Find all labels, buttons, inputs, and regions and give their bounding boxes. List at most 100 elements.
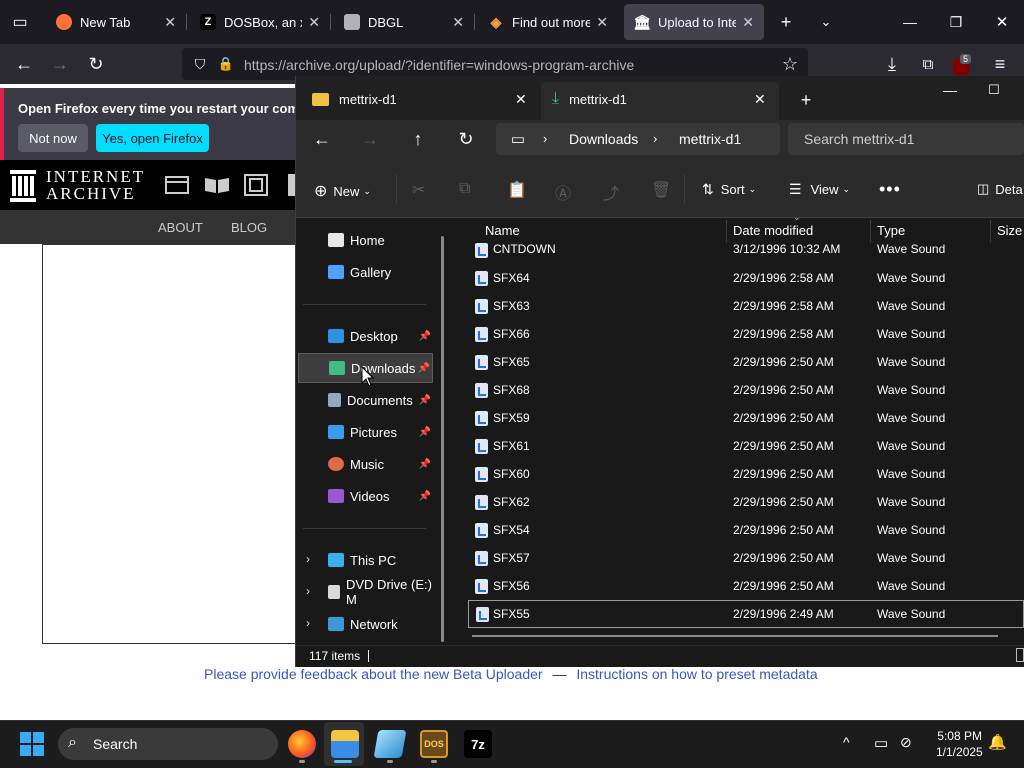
- file-row[interactable]: SFX59 2/29/1996 2:50 AM Wave Sound: [466, 404, 1024, 432]
- file-row[interactable]: SFX64 2/29/1996 2:58 AM Wave Sound: [466, 264, 1024, 292]
- windows-start-icon[interactable]: [20, 732, 44, 756]
- file-row[interactable]: SFX65 2/29/1996 2:50 AM Wave Sound: [466, 348, 1024, 376]
- explorer-up-arrow-icon[interactable]: ↑: [404, 125, 432, 153]
- shield-icon[interactable]: ⛉: [186, 50, 214, 78]
- explorer-minimize-icon[interactable]: —: [936, 76, 964, 104]
- back-arrow-icon[interactable]: ←: [10, 50, 38, 78]
- new-tab-plus-icon[interactable]: +: [772, 8, 800, 36]
- instructions-link[interactable]: Instructions on how to preset metadata: [576, 666, 817, 682]
- details-pane-button[interactable]: ◫ Deta: [977, 181, 1023, 197]
- extensions-icon[interactable]: ⧉: [914, 50, 942, 78]
- nav-network[interactable]: Network: [298, 609, 433, 639]
- nav-gallery[interactable]: Gallery: [298, 257, 433, 287]
- about-link[interactable]: ABOUT: [158, 220, 203, 235]
- dosbox-taskbar-icon[interactable]: DOS: [420, 730, 448, 758]
- not-now-button[interactable]: Not now: [18, 124, 88, 152]
- minimize-icon[interactable]: —: [896, 8, 924, 36]
- paste-icon[interactable]: 📋: [507, 180, 527, 200]
- list-all-tabs-chevron-icon[interactable]: ⌄: [812, 8, 840, 36]
- file-row[interactable]: SFX57 2/29/1996 2:50 AM Wave Sound: [466, 544, 1024, 572]
- network-offline-icon[interactable]: ⊘: [900, 734, 912, 751]
- explorer-refresh-icon[interactable]: ↻: [452, 125, 480, 153]
- new-button[interactable]: ⊕ New ⌄: [314, 181, 371, 201]
- nav-this-pc[interactable]: This PC: [298, 545, 433, 575]
- pin-icon[interactable]: 📌: [419, 427, 431, 438]
- restore-icon[interactable]: ❐: [942, 8, 970, 36]
- file-row[interactable]: SFX66 2/29/1996 2:58 AM Wave Sound: [466, 320, 1024, 348]
- nav-desktop[interactable]: Desktop 📌: [298, 321, 433, 351]
- explorer-back-arrow-icon[interactable]: ←: [308, 125, 336, 153]
- delete-icon[interactable]: 🗑: [651, 180, 671, 200]
- tab-upload-to-internet-archive[interactable]: 🏛 Upload to Intern ✕: [624, 4, 764, 40]
- taskbar-search-box[interactable]: [58, 728, 278, 760]
- close-tab-icon[interactable]: ✕: [596, 14, 608, 31]
- details-view-icon[interactable]: [1016, 648, 1024, 662]
- close-tab-icon[interactable]: ✕: [515, 91, 527, 108]
- close-tab-icon[interactable]: ✕: [754, 91, 766, 108]
- close-window-icon[interactable]: ✕: [988, 8, 1016, 36]
- monitor-icon[interactable]: ▭: [504, 125, 532, 153]
- file-row[interactable]: SFX54 2/29/1996 2:50 AM Wave Sound: [466, 516, 1024, 544]
- nav-dvd-drive[interactable]: DVD Drive (E:) M: [298, 577, 433, 607]
- file-row-focused[interactable]: SFX55 2/29/1996 2:49 AM Wave Sound: [468, 600, 1024, 628]
- file-row[interactable]: SFX60 2/29/1996 2:50 AM Wave Sound: [466, 460, 1024, 488]
- nav-scrollbar[interactable]: [441, 236, 444, 642]
- close-tab-icon[interactable]: ✕: [308, 14, 320, 31]
- explorer-tab-2[interactable]: ⤓ mettrix-d1 ✕: [552, 82, 774, 116]
- breadcrumb-mettrix[interactable]: mettrix-d1: [679, 131, 741, 147]
- file-row[interactable]: CNTDOWN 3/12/1996 10:32 AM Wave Sound: [466, 236, 1024, 264]
- firefox-view-icon[interactable]: ▭: [6, 8, 34, 36]
- explorer-tab-1[interactable]: mettrix-d1 ✕: [312, 82, 532, 116]
- close-tab-icon[interactable]: ✕: [164, 14, 176, 31]
- show-hidden-icons-chevron[interactable]: ^: [843, 734, 850, 750]
- upload-drop-area[interactable]: [42, 244, 302, 644]
- downloads-icon[interactable]: ⤓: [878, 50, 906, 78]
- firefox-taskbar-icon[interactable]: [288, 730, 316, 758]
- horizontal-scrollbar[interactable]: [472, 635, 998, 637]
- ublock-icon[interactable]: 5: [950, 54, 972, 76]
- rename-icon[interactable]: Ⓐ: [555, 180, 571, 204]
- taskbar-clock[interactable]: 5:08 PM 1/1/2025: [936, 728, 983, 760]
- nav-home[interactable]: Home: [298, 225, 433, 255]
- texts-icon[interactable]: [204, 176, 230, 194]
- share-icon[interactable]: ⤴: [603, 180, 619, 204]
- see-more-ellipsis-icon[interactable]: •••: [879, 179, 901, 200]
- notification-bell-icon[interactable]: 🔔: [988, 733, 1007, 751]
- file-row[interactable]: SFX68 2/29/1996 2:50 AM Wave Sound: [466, 376, 1024, 404]
- close-tab-icon[interactable]: ✕: [742, 14, 754, 31]
- web-icon[interactable]: [165, 176, 189, 194]
- file-row[interactable]: SFX63 2/29/1996 2:58 AM Wave Sound: [466, 292, 1024, 320]
- pin-icon[interactable]: 📌: [419, 395, 431, 406]
- feedback-link[interactable]: Please provide feedback about the new Be…: [204, 666, 543, 682]
- video-icon[interactable]: [244, 174, 268, 196]
- pin-icon[interactable]: 📌: [419, 331, 431, 342]
- archive-logo-icon[interactable]: [10, 170, 36, 202]
- nav-videos[interactable]: Videos 📌: [298, 481, 433, 511]
- tab-find-out-more[interactable]: ◈ Find out more a ✕: [478, 4, 618, 40]
- tab-dosbox[interactable]: Z DOSBox, an x86 ✕: [190, 4, 330, 40]
- file-row[interactable]: SFX56 2/29/1996 2:50 AM Wave Sound: [466, 572, 1024, 600]
- blog-link[interactable]: BLOG: [231, 220, 267, 235]
- file-explorer-taskbar-icon[interactable]: [331, 730, 359, 758]
- url-text[interactable]: https://archive.org/upload/?identifier=w…: [244, 57, 634, 73]
- lock-icon[interactable]: 🔒: [212, 50, 240, 78]
- pin-icon[interactable]: 📌: [418, 363, 430, 374]
- nav-documents[interactable]: Documents 📌: [298, 385, 433, 415]
- nav-music[interactable]: Music 📌: [298, 449, 433, 479]
- 7zip-taskbar-icon[interactable]: 7z: [464, 730, 492, 758]
- hamburger-menu-icon[interactable]: ≡: [986, 50, 1014, 78]
- view-button[interactable]: ☰ View ⌄: [789, 181, 850, 198]
- tab-dbgl[interactable]: DBGL ✕: [334, 4, 474, 40]
- file-row[interactable]: SFX62 2/29/1996 2:50 AM Wave Sound: [466, 488, 1024, 516]
- new-explorer-tab-plus-icon[interactable]: +: [792, 86, 820, 114]
- explorer-maximize-icon[interactable]: ☐: [980, 76, 1008, 104]
- display-icon[interactable]: ▭: [874, 734, 888, 752]
- reload-icon[interactable]: ↻: [82, 50, 110, 78]
- pin-icon[interactable]: 📌: [419, 491, 431, 502]
- sort-button[interactable]: ⇅ Sort ⌄: [702, 181, 756, 198]
- explorer-forward-arrow-icon[interactable]: →: [356, 125, 384, 153]
- nav-pictures[interactable]: Pictures 📌: [298, 417, 433, 447]
- forward-arrow-icon[interactable]: →: [46, 50, 74, 78]
- pin-icon[interactable]: 📌: [419, 459, 431, 470]
- yes-open-firefox-button[interactable]: Yes, open Firefox: [96, 124, 209, 152]
